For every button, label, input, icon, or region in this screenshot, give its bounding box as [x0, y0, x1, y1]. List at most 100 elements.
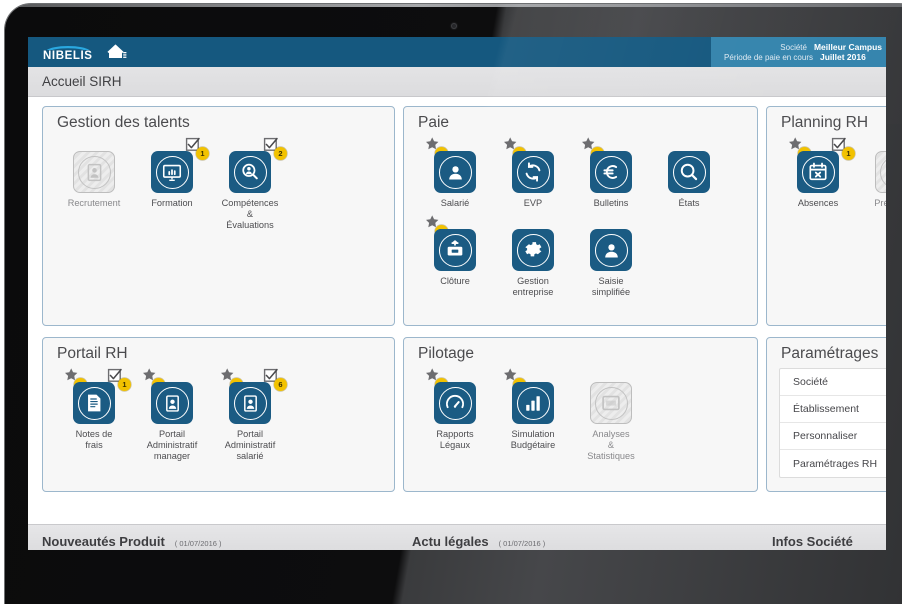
tile-row: Recrutement 1 Formation 2 Compétences & Éval…: [55, 137, 384, 231]
tile-label: Simulation Budgétaire: [510, 429, 556, 450]
tile-icon-box[interactable]: [434, 229, 476, 271]
periode-value: Juillet 2016: [820, 52, 866, 62]
tile-icon-box[interactable]: [512, 151, 554, 193]
panel-paie: Paie 2Salarié9EVP2Bulletins États 7Clôture G…: [403, 106, 758, 326]
panel-title: Paie: [418, 114, 450, 131]
tile-icon-box: [590, 382, 632, 424]
settings-item-tablissement[interactable]: Établissement: [780, 396, 886, 423]
tile-icon-box[interactable]: [151, 382, 193, 424]
tile-icon-box[interactable]: [229, 151, 271, 193]
tile-salari[interactable]: 2Salarié: [416, 137, 494, 209]
refresh-cycle-icon: [516, 155, 550, 189]
tile-analyses: Analyses & Statistiques: [572, 368, 650, 462]
panel-gestion-des-talents: Gestion des talents Recrutement 1 Formation…: [42, 106, 395, 326]
tile-label: États: [678, 198, 700, 208]
panel-portail-rh: Portail RH31Notes de frais3Portail Admin…: [42, 337, 395, 492]
tile-row: 31Absences Présences: [779, 137, 886, 209]
tile-label: Bulletins: [593, 198, 629, 208]
tile-icon-box[interactable]: [590, 151, 632, 193]
news-title[interactable]: Infos Société: [772, 534, 853, 549]
panel-param-trages: Paramétrages Société Établissement Personna…: [766, 337, 886, 492]
window-icon: [594, 386, 628, 420]
tile-formation[interactable]: 1 Formation: [133, 137, 211, 209]
tile-bulletins[interactable]: 2Bulletins: [572, 137, 650, 209]
panel-title: Planning RH: [781, 114, 869, 131]
news-date: ( 01/07/2016 ): [498, 539, 546, 548]
tile-portail[interactable]: 46Portail Administratif salarié: [211, 368, 289, 462]
tile-cl-ture[interactable]: 7Clôture: [416, 215, 494, 287]
tile-label: Compétences & Évaluations: [221, 198, 279, 230]
tile-label: Absences: [797, 198, 839, 208]
tile-simulation[interactable]: 2Simulation Budgétaire: [494, 368, 572, 451]
tile-label: Recrutement: [67, 198, 121, 208]
panel-planning-rh: Planning RH 31Absences Présences: [766, 106, 886, 326]
logo-arc-icon: [44, 41, 92, 51]
societe-label: Société: [780, 43, 807, 52]
breadcrumb: Accueil SIRH: [28, 67, 886, 97]
tile-label: Analyses & Statistiques: [587, 429, 635, 461]
gear-icon: [516, 233, 550, 267]
tile-portail[interactable]: 3Portail Administratif manager: [133, 368, 211, 462]
euro-icon: [594, 155, 628, 189]
panel-title: Portail RH: [57, 345, 128, 362]
tile-icon-box[interactable]: [797, 151, 839, 193]
tile-label: Présences: [874, 198, 886, 208]
home-icon[interactable]: [107, 43, 127, 61]
person-icon: [438, 155, 472, 189]
tile-rapports[interactable]: 5Rapports Légaux: [416, 368, 494, 451]
tile-icon-box[interactable]: [434, 151, 476, 193]
tile-icon-box[interactable]: [151, 151, 193, 193]
tile-icon-box[interactable]: [668, 151, 710, 193]
tile-icon-box[interactable]: [229, 382, 271, 424]
calendar-check-icon: [879, 155, 886, 189]
tile-row: 7Clôture Gestion entreprise Saisie simplif…: [416, 215, 747, 298]
lock-archive-icon: [438, 233, 472, 267]
tile-icon-box[interactable]: [590, 229, 632, 271]
document-lines-icon: [77, 386, 111, 420]
tile-label: Portail Administratif manager: [146, 429, 198, 461]
settings-item-soci-t[interactable]: Société: [780, 369, 886, 396]
settings-item-param-trages-rh[interactable]: Paramétrages RH: [780, 450, 886, 477]
panel-title: Paramétrages: [781, 345, 879, 362]
tile-gestion[interactable]: Gestion entreprise: [494, 215, 572, 298]
tile-comp-tences[interactable]: 2 Compétences & Évaluations: [211, 137, 289, 231]
tile-absences[interactable]: 31Absences: [779, 137, 857, 209]
gauge-icon: [438, 386, 472, 420]
person-card-icon: [233, 386, 267, 420]
news-column: Infos Société: [772, 534, 886, 550]
tile-label: Saisie simplifiée: [591, 276, 631, 297]
panel-title: Pilotage: [418, 345, 475, 362]
tile-pr-sences: Présences: [857, 137, 886, 209]
news-title[interactable]: Actu légales: [412, 534, 489, 549]
tile-label: Notes de frais: [75, 429, 113, 450]
tile-tats[interactable]: États: [650, 137, 728, 209]
logo-wordmark: NIBELIS: [43, 50, 93, 63]
magnifier-person-icon: [233, 155, 267, 189]
tile-evp[interactable]: 9EVP: [494, 137, 572, 209]
tile-icon-box[interactable]: [434, 382, 476, 424]
tile-icon-box: [875, 151, 886, 193]
device-bezel-highlight: [5, 4, 902, 7]
news-title[interactable]: Nouveautés Produit: [42, 534, 165, 549]
settings-item-personnaliser[interactable]: Personnaliser: [780, 423, 886, 450]
person-card-icon: [155, 386, 189, 420]
tile-notes-de[interactable]: 31Notes de frais: [55, 368, 133, 451]
tile-saisie[interactable]: Saisie simplifiée: [572, 215, 650, 298]
breadcrumb-label[interactable]: Accueil SIRH: [42, 74, 122, 89]
news-column: Actu légales ( 01/07/2016 ): [412, 534, 772, 550]
check-badge-count: 1: [118, 378, 131, 391]
tile-icon-box[interactable]: [512, 382, 554, 424]
news-date: ( 01/07/2016 ): [174, 539, 222, 548]
tile-row: 2Salarié9EVP2Bulletins États: [416, 137, 747, 209]
nibelis-logo[interactable]: NIBELIS: [43, 41, 93, 63]
main-content: Gestion des talents Recrutement 1 Formation…: [28, 97, 886, 550]
societe-value: Meilleur Campus: [813, 42, 882, 52]
tile-icon-box[interactable]: [512, 229, 554, 271]
panel-pilotage: Pilotage 5Rapports Légaux2Simulation Budg…: [403, 337, 758, 492]
panel-grid: Gestion des talents Recrutement 1 Formation…: [42, 106, 886, 492]
tile-icon-box[interactable]: [73, 382, 115, 424]
app-header: NIBELIS Société Meilleur Campus Période …: [28, 37, 886, 67]
header-context-info: Société Meilleur Campus Période de paie …: [711, 37, 886, 67]
check-badge-count: 2: [274, 147, 287, 160]
tile-label: Rapports Légaux: [436, 429, 474, 450]
